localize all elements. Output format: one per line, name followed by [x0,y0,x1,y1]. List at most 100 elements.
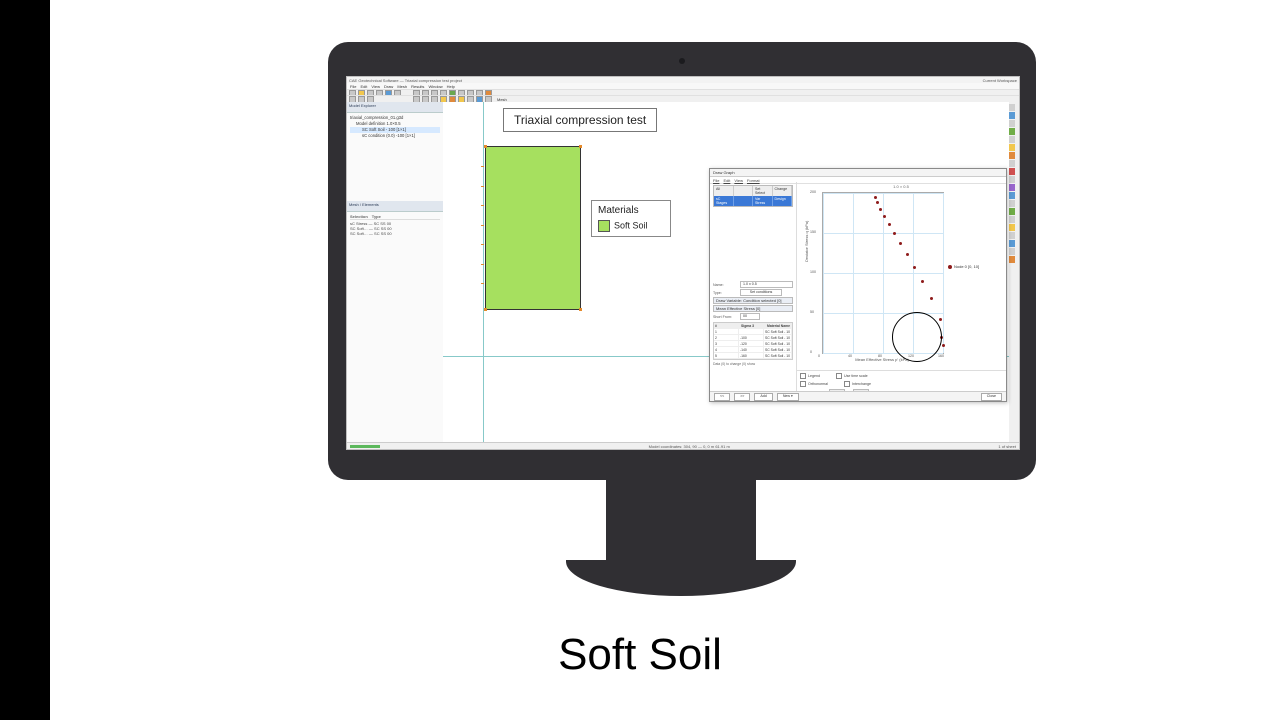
menu-window[interactable]: Window [428,84,442,89]
status-bar: Model coordinates: 304, 90 — 0, 0 m 61.9… [347,442,1019,449]
chart-point [930,297,933,300]
status-right: 1 of sheet [998,444,1016,449]
data-table[interactable]: # Sigma 3 Material Name 1SC Soft Soil - … [713,322,793,360]
panel-header: Model Explorer [347,102,443,113]
draw-variable-dropdown[interactable]: Draw Variable: Condition selected [0] [713,297,793,304]
progress-bar [350,445,380,448]
tool-icon[interactable] [1008,256,1015,263]
material-name: Soft Soil [614,220,648,230]
next-button[interactable]: >> [734,393,750,401]
materials-title: Materials [598,205,664,216]
chart-point [942,344,945,347]
col-header: All [714,186,734,196]
checkbox-orthonormal[interactable]: Orthonormal [800,381,828,387]
soil-specimen-rect[interactable] [485,146,581,310]
subpanel-list[interactable]: Selection Type sC Stress — SC SS 00 SC S… [347,212,443,238]
selection-row-active[interactable]: sC Stages Var Stress Design [714,196,792,206]
tool-icon[interactable] [1008,160,1015,167]
tool-icon[interactable] [1008,144,1015,151]
checkbox-legend[interactable]: Legend [800,373,820,379]
y-variable-dropdown[interactable]: Mean Effective Stress [0] [713,305,793,312]
tool-icon[interactable] [1008,200,1015,207]
tool-icon[interactable] [1008,208,1015,215]
model-tree[interactable]: triaxial_compression_01.g3d Model defini… [347,113,443,141]
node-icon [484,308,487,311]
tool-icon[interactable] [1008,104,1015,111]
chart-point [879,208,882,211]
tool-icon[interactable] [1008,232,1015,239]
page-left-black-strip [0,0,50,720]
chart-legend: Node 0 [0, 10] [948,264,979,269]
chart-title: 1.0 × 0.5 [796,184,1006,189]
checkbox-interchange[interactable]: Interchange [844,381,871,387]
model-canvas[interactable]: Triaxial compression test Materials Soft… [443,102,1009,443]
dialog-titlebar[interactable]: Draw Graph [710,169,1006,177]
canvas-title-label: Triaxial compression test [503,108,657,132]
workspace-label: Current Workspace [983,78,1017,83]
tree-item[interactable]: sC condition (0.0) -100 [1×1] [350,133,440,139]
tool-icon[interactable] [1008,184,1015,191]
chart-point [888,223,891,226]
tool-icon[interactable] [1008,152,1015,159]
materials-legend: Materials Soft Soil [591,200,671,237]
prev-button[interactable]: << [714,393,730,401]
col-header: Set Select [753,186,773,196]
subpanel-header: Mesh / Elements [347,201,443,212]
chart-point [921,280,924,283]
tool-icon[interactable] [1008,136,1015,143]
monitor-camera-dot [679,58,685,64]
node-icon [579,145,582,148]
tool-icon[interactable] [1008,240,1015,247]
new-dropdown-button[interactable]: New ▾ [777,393,799,401]
chart-point [939,318,942,321]
selection-table[interactable]: All Set Select Change sC Stages Var Stre… [713,185,793,207]
short-from-input[interactable]: 00 [740,313,760,320]
col-header: Change [773,186,793,196]
graph-dialog[interactable]: Draw Graph File Edit View Format [709,168,1007,402]
monitor-bezel: CAE Geotechnical Software — Triaxial com… [328,42,1036,480]
node-icon [484,145,487,148]
chart-area: 1.0 × 0.5 Deviator Stress q (kPa) Mean E… [796,182,1006,389]
list-row[interactable]: SC Soft… — SC SS 00 [350,231,440,236]
add-button[interactable]: Add [754,393,772,401]
menu-help[interactable]: Help [447,84,455,89]
tool-icon[interactable] [1008,176,1015,183]
node-icon [579,308,582,311]
menu-results[interactable]: Results [411,84,424,89]
menu-edit[interactable]: Edit [360,84,367,89]
axis-vertical [483,102,484,443]
menu-mesh[interactable]: Mesh [397,84,407,89]
checkbox-time-scale[interactable]: Use time scale [836,373,868,379]
menu-file[interactable]: File [350,84,356,89]
monitor-stand-neck [606,480,756,566]
table-note: Data (0) to change (0) show [713,362,793,366]
tool-icon[interactable] [1008,248,1015,255]
menu-draw[interactable]: Draw [384,84,393,89]
chart-point [874,196,877,199]
magnifier-icon [892,312,942,362]
chart-point [893,232,896,235]
tool-icon[interactable] [1008,224,1015,231]
tool-icon[interactable] [1008,128,1015,135]
material-swatch-icon [598,220,610,232]
menu-view[interactable]: View [371,84,380,89]
page-caption: Soft Soil [0,630,1280,680]
chart-ylabel: Deviator Stress q (kPa) [804,221,809,262]
dialog-button-bar: << >> Add New ▾ Close [710,391,1006,401]
close-button[interactable]: Close [981,393,1002,401]
tool-icon[interactable] [1008,168,1015,175]
tool-icon[interactable] [1008,192,1015,199]
legend-marker-icon [948,265,952,269]
name-input[interactable]: 1.0 x 0.5 [740,281,793,288]
tool-icon[interactable] [1008,112,1015,119]
chart-point [913,266,916,269]
tool-icon[interactable] [1008,216,1015,223]
set-conditions-button[interactable]: Set conditions [740,289,782,296]
table-row[interactable]: 5-160SC Soft Soil - 10 [714,353,792,359]
name-label: Name: [713,283,737,287]
monitor-stand-base [566,560,796,596]
app-window: CAE Geotechnical Software — Triaxial com… [346,76,1020,450]
dialog-left-panel: All Set Select Change sC Stages Var Stre… [710,182,797,401]
tool-icon[interactable] [1008,120,1015,127]
chart-point [883,215,886,218]
